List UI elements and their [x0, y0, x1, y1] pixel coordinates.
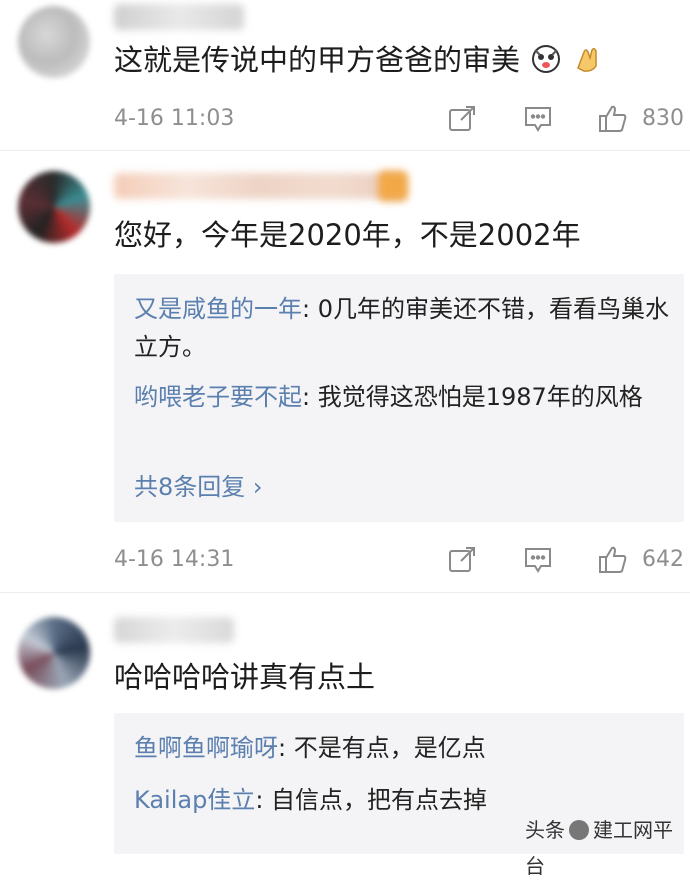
timestamp: 4-16 11:03	[114, 106, 235, 131]
reply-username[interactable]: 哟喂老子要不起	[134, 383, 302, 411]
watermark-logo-icon	[569, 820, 589, 840]
reply-text: 我觉得这恐怕是1987年的风格	[317, 383, 643, 411]
timestamp: 4-16 14:31	[114, 547, 235, 572]
username-blurred[interactable]	[114, 173, 404, 199]
comment-text: 哈哈哈哈讲真有点土	[114, 660, 376, 694]
husky-emoji-icon	[531, 44, 561, 74]
username-blurred[interactable]	[114, 4, 244, 30]
watermark: 头条 建工网平台	[525, 812, 685, 878]
user-badge-blurred	[378, 171, 408, 201]
comment-icon[interactable]	[523, 545, 553, 575]
clapping-hands-emoji-icon	[572, 44, 602, 74]
comment-card: 您好，今年是2020年，不是2002年 又是咸鱼的一年: 0几年的审美还不错，看…	[0, 151, 690, 591]
reply-text: 不是有点，是亿点	[293, 734, 486, 762]
comment-card: 这就是传说中的甲方爸爸的审美 4-16 11:03 830	[0, 0, 690, 150]
avatar[interactable]	[18, 617, 90, 689]
more-replies-link[interactable]: 共8条回复 ›	[134, 470, 263, 504]
reply-username[interactable]: Kailap佳立	[134, 786, 255, 814]
replies-panel[interactable]: 又是咸鱼的一年: 0几年的审美还不错，看看鸟巢水立方。 哟喂老子要不起: 我觉得…	[114, 274, 684, 522]
watermark-prefix: 头条	[525, 818, 565, 842]
share-icon[interactable]	[447, 104, 477, 134]
reply-separator: :	[278, 734, 294, 762]
share-icon[interactable]	[447, 545, 477, 575]
comment-meta: 4-16 14:31 642	[114, 543, 684, 577]
avatar[interactable]	[18, 171, 90, 243]
comment-text: 这就是传说中的甲方爸爸的审美	[114, 42, 602, 78]
reply-username[interactable]: 又是咸鱼的一年	[134, 295, 302, 323]
username-blurred[interactable]	[114, 617, 234, 643]
reply-item[interactable]: 鱼啊鱼啊瑜呀: 不是有点，是亿点	[134, 729, 669, 767]
comment-text-content: 这就是传说中的甲方爸爸的审美	[114, 43, 521, 77]
reply-separator: :	[302, 295, 318, 323]
comment-text: 您好，今年是2020年，不是2002年	[114, 218, 581, 252]
comment-meta: 4-16 11:03 830	[114, 102, 684, 136]
thumbs-up-icon[interactable]	[598, 545, 628, 575]
reply-item[interactable]: 又是咸鱼的一年: 0几年的审美还不错，看看鸟巢水立方。	[134, 290, 669, 366]
like-count: 642	[642, 547, 684, 572]
like-count: 830	[642, 106, 684, 131]
reply-separator: :	[255, 786, 272, 814]
avatar[interactable]	[18, 6, 90, 78]
reply-separator: :	[302, 383, 318, 411]
reply-text: 自信点，把有点去掉	[271, 786, 488, 814]
reply-item[interactable]: 哟喂老子要不起: 我觉得这恐怕是1987年的风格	[134, 378, 669, 416]
comment-icon[interactable]	[523, 104, 553, 134]
reply-username[interactable]: 鱼啊鱼啊瑜呀	[134, 734, 278, 762]
thumbs-up-icon[interactable]	[598, 104, 628, 134]
